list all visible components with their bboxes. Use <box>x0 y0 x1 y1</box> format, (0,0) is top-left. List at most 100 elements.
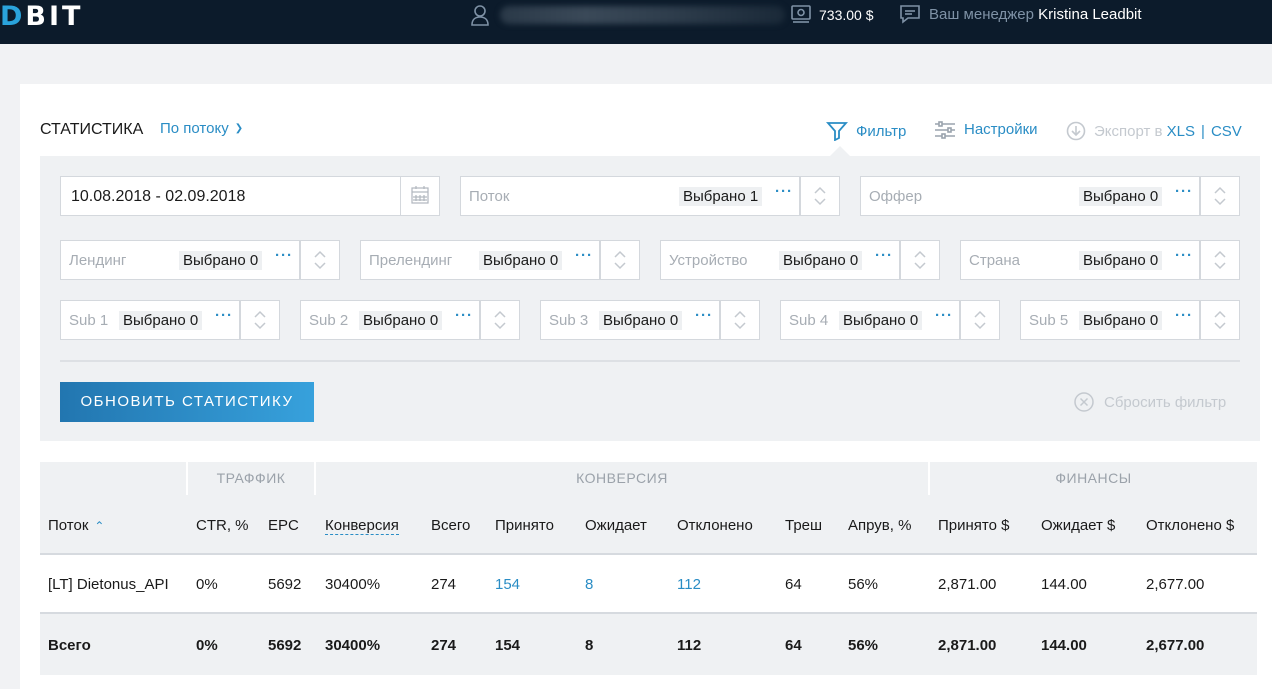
cell-conversion: 30400% <box>325 576 381 593</box>
more-icon[interactable]: ··· <box>695 307 713 324</box>
user-email[interactable] <box>500 6 785 24</box>
filter-prelanding[interactable]: Прелендинг Выбрано 0 ··· <box>360 240 640 280</box>
col-ctr[interactable]: CTR, % <box>196 517 249 534</box>
up-down-icon <box>1214 250 1226 270</box>
selected-count: Выбрано 0 <box>179 251 263 270</box>
selected-count: Выбрано 0 <box>779 251 863 270</box>
user-icon[interactable] <box>470 4 490 26</box>
top-bar: DBIT 733.00 $ Ваш менеджер Kristina Lead… <box>0 0 1272 44</box>
selected-count: Выбрано 0 <box>479 251 563 270</box>
total-accepted: 154 <box>495 637 521 654</box>
selected-count: Выбрано 0 <box>599 311 683 330</box>
panel-notch <box>830 146 850 156</box>
calendar-icon <box>411 186 429 204</box>
more-icon[interactable]: ··· <box>775 183 793 200</box>
export-csv-link[interactable]: CSV <box>1211 123 1242 140</box>
col-pending-usd[interactable]: Ожидает $ <box>1041 517 1115 534</box>
col-pending[interactable]: Ожидает <box>585 517 647 534</box>
cell-rejected-link[interactable]: 112 <box>677 576 701 593</box>
manager-name: Kristina Leadbit <box>1038 6 1142 23</box>
filter-toggle[interactable]: Фильтр <box>826 121 906 142</box>
filter-sub4[interactable]: Sub 4 Выбрано 0 ··· <box>780 300 1000 340</box>
filter-device[interactable]: Устройство Выбрано 0 ··· <box>660 240 940 280</box>
calendar-button[interactable] <box>400 177 439 215</box>
stepper[interactable] <box>720 301 759 339</box>
more-icon[interactable]: ··· <box>1175 183 1193 200</box>
total-approve: 56% <box>848 637 879 654</box>
more-icon[interactable]: ··· <box>1175 247 1193 264</box>
selected-count: Выбрано 0 <box>119 311 203 330</box>
selected-count: Выбрано 0 <box>839 311 923 330</box>
stepper[interactable] <box>960 301 999 339</box>
total-rejected: 112 <box>677 637 702 654</box>
filter-sub2[interactable]: Sub 2 Выбрано 0 ··· <box>300 300 520 340</box>
total-ctr: 0% <box>196 637 218 654</box>
stepper[interactable] <box>300 241 339 279</box>
filter-sub5[interactable]: Sub 5 Выбрано 0 ··· <box>1020 300 1240 340</box>
cell-ctr: 0% <box>196 576 218 593</box>
cell-accepted-link[interactable]: 154 <box>495 576 520 593</box>
up-down-icon <box>814 186 826 206</box>
grouping-dropdown[interactable]: По потоку ❯ <box>160 120 243 137</box>
selected-count: Выбрано 0 <box>359 311 443 330</box>
cell-trash: 64 <box>785 576 802 593</box>
stepper[interactable] <box>1200 177 1239 215</box>
total-pending-usd: 144.00 <box>1041 637 1087 654</box>
cell-epc: 5692 <box>268 576 302 593</box>
cell-approve: 56% <box>848 576 879 593</box>
more-icon[interactable]: ··· <box>875 247 893 264</box>
col-rejected[interactable]: Отклонено <box>677 517 753 534</box>
update-stats-button[interactable]: ОБНОВИТЬ СТАТИСТИКУ <box>60 382 314 422</box>
more-icon[interactable]: ··· <box>1175 307 1193 324</box>
group-empty <box>40 462 186 495</box>
export: Экспорт в XLS | CSV <box>1066 121 1242 141</box>
stepper[interactable] <box>800 177 839 215</box>
filter-sub1[interactable]: Sub 1 Выбрано 0 ··· <box>60 300 280 340</box>
stepper[interactable] <box>480 301 519 339</box>
cell-pending-link[interactable]: 8 <box>585 576 593 593</box>
col-rejected-usd[interactable]: Отклонено $ <box>1146 517 1234 534</box>
col-epc[interactable]: EPC <box>268 517 299 534</box>
logo[interactable]: DBIT <box>0 1 83 32</box>
more-icon[interactable]: ··· <box>575 247 593 264</box>
up-down-icon <box>734 310 746 330</box>
up-down-icon <box>974 310 986 330</box>
filter-sub3[interactable]: Sub 3 Выбрано 0 ··· <box>540 300 760 340</box>
reset-filter-button[interactable]: Сбросить фильтр <box>1074 392 1226 412</box>
stepper[interactable] <box>600 241 639 279</box>
stepper[interactable] <box>1200 241 1239 279</box>
col-accepted[interactable]: Принято <box>495 517 554 534</box>
settings-button[interactable]: Настройки <box>934 121 1038 139</box>
col-conversion[interactable]: Конверсия <box>325 517 399 535</box>
col-accepted-usd[interactable]: Принято $ <box>938 517 1009 534</box>
manager-info[interactable]: Ваш менеджер Kristina Leadbit <box>929 6 1142 23</box>
balance: 733.00 $ <box>819 7 874 23</box>
more-icon[interactable]: ··· <box>455 307 473 324</box>
table-row: [LT] Dietonus_API 0% 5692 30400% 274 154… <box>40 555 1257 614</box>
filter-offer[interactable]: Оффер Выбрано 0 ··· <box>860 176 1240 216</box>
stepper[interactable] <box>1200 301 1239 339</box>
filter-flow[interactable]: Поток Выбрано 1 ··· <box>460 176 840 216</box>
total-total: 274 <box>431 637 457 654</box>
export-xls-link[interactable]: XLS <box>1167 123 1195 140</box>
col-approve[interactable]: Апрув, % <box>848 517 911 534</box>
col-total[interactable]: Всего <box>431 517 470 534</box>
more-icon[interactable]: ··· <box>275 247 293 264</box>
stepper[interactable] <box>900 241 939 279</box>
more-icon[interactable]: ··· <box>215 307 233 324</box>
filter-country[interactable]: Страна Выбрано 0 ··· <box>960 240 1240 280</box>
cell-total: 274 <box>431 576 457 593</box>
col-trash[interactable]: Треш <box>785 517 822 534</box>
filter-landing[interactable]: Лендинг Выбрано 0 ··· <box>60 240 340 280</box>
manager-label: Ваш менеджер <box>929 6 1034 23</box>
group-conversion: КОНВЕРСИЯ <box>316 462 928 495</box>
col-flow[interactable]: Поток ⌃ <box>48 517 104 534</box>
up-down-icon <box>494 310 506 330</box>
sliders-icon <box>935 121 955 139</box>
table-header: Поток ⌃ CTR, % EPC Конверсия Всего Принят… <box>40 495 1257 555</box>
more-icon[interactable]: ··· <box>935 307 953 324</box>
group-traffic: ТРАФФИК <box>188 462 314 495</box>
stepper[interactable] <box>240 301 279 339</box>
date-range-field[interactable]: 10.08.2018 - 02.09.2018 <box>60 176 440 216</box>
total-rejected-usd: 2,677.00 <box>1146 637 1205 654</box>
